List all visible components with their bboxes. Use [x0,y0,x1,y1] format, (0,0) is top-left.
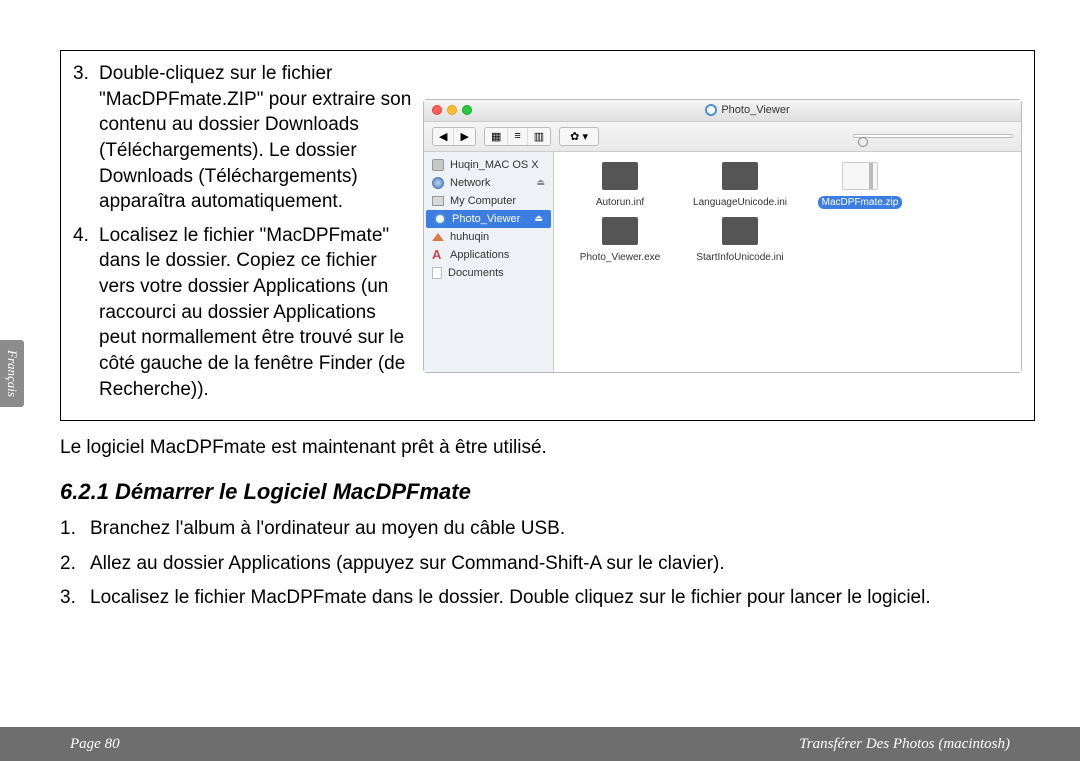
ready-text: Le logiciel MacDPFmate est maintenant pr… [60,437,1035,459]
sidebar-item[interactable]: Huqin_MAC OS X [424,156,553,174]
home-icon [432,233,444,241]
icon-view-icon[interactable]: ▦ [485,128,508,145]
sidebar-item[interactable]: A Applications [424,246,553,264]
instruction-box: Double-cliquez sur le fichier "MacDPFmat… [60,50,1035,421]
sidebar-item-label: Network [450,177,490,189]
file-label: Photo_Viewer.exe [576,251,664,264]
file-label: MacDPFmate.zip [818,196,903,209]
sidebar-item[interactable]: Documents [424,264,553,282]
finder-toolbar: ◀ ▶ ▦ ≡ ▥ ✿ ▾ [424,122,1021,152]
window-title-text: Photo_Viewer [721,104,789,116]
instruction-column: Double-cliquez sur le fichier "MacDPFmat… [73,61,413,410]
eject-icon[interactable]: ⏏ [534,213,543,224]
finder-content: Autorun.inf LanguageUnicode.ini MacDPFmate… [554,152,1021,372]
finder-body: Huqin_MAC OS X Network ⏏ My Computer Photo_V… [424,152,1021,372]
list-view-icon[interactable]: ≡ [508,128,527,145]
step-3: Double-cliquez sur le fichier "MacDPFmat… [73,61,413,215]
list-item: 2. Allez au dossier Applications (appuyez… [60,550,1035,579]
cd-icon [705,104,717,116]
file-item[interactable]: StartInfoUnicode.ini [680,217,800,264]
action-menu[interactable]: ✿ ▾ [559,127,599,146]
sidebar-item-label: Huqin_MAC OS X [450,159,539,171]
file-label: StartInfoUnicode.ini [692,251,787,264]
window-controls [432,105,472,115]
sidebar-item-label: My Computer [450,195,516,207]
footer-section: Transférer Des Photos (macintosh) [799,736,1010,753]
file-item[interactable]: Photo_Viewer.exe [560,217,680,264]
cd-icon [434,213,446,225]
search-input[interactable] [853,134,1013,138]
sidebar-item[interactable]: Network ⏏ [424,174,553,192]
close-icon[interactable] [432,105,442,115]
doc-icon [432,267,442,279]
list-number: 1. [60,515,76,544]
disk-icon [432,159,444,171]
start-steps-list: 1. Branchez l'album à l'ordinateur au moy… [60,515,1035,613]
minimize-icon[interactable] [447,105,457,115]
finder-sidebar: Huqin_MAC OS X Network ⏏ My Computer Photo_V… [424,152,554,372]
finder-window: Photo_Viewer ◀ ▶ ▦ ≡ ▥ ✿ ▾ [423,99,1022,373]
column-view-icon[interactable]: ▥ [528,128,550,145]
page-content: Double-cliquez sur le fichier "MacDPFmat… [60,50,1035,619]
list-text: Allez au dossier Applications (appuyez s… [90,553,725,574]
language-tab: Français [0,340,24,407]
step-4: Localisez le fichier "MacDPFmate" dans l… [73,223,413,402]
forward-icon[interactable]: ▶ [454,128,474,145]
file-icon [722,217,758,245]
file-icon [602,162,638,190]
section-heading: 6.2.1 Démarrer le Logiciel MacDPFmate [60,479,1035,505]
sidebar-item[interactable]: My Computer [424,192,553,210]
eject-icon[interactable]: ⏏ [536,177,545,188]
list-number: 2. [60,550,76,579]
screenshot-column: Photo_Viewer ◀ ▶ ▦ ≡ ▥ ✿ ▾ [413,61,1022,410]
file-icon [602,217,638,245]
file-item[interactable]: MacDPFmate.zip [800,162,920,209]
sidebar-item-label: huhuqin [450,231,489,243]
page-footer: Page 80 Transférer Des Photos (macintosh… [0,727,1080,761]
file-label: Autorun.inf [592,196,648,209]
list-text: Localisez le fichier MacDPFmate dans le … [90,587,931,608]
file-icon [842,162,878,190]
file-item[interactable]: Autorun.inf [560,162,680,209]
footer-page: Page 80 [70,736,120,753]
comp-icon [432,196,444,206]
file-item[interactable]: LanguageUnicode.ini [680,162,800,209]
list-number: 3. [60,584,76,613]
sidebar-item-label: Documents [448,267,504,279]
sidebar-item-label: Applications [450,249,509,261]
sidebar-item[interactable]: Photo_Viewer ⏏ [426,210,551,228]
list-item: 3. Localisez le fichier MacDPFmate dans l… [60,584,1035,613]
zoom-icon[interactable] [462,105,472,115]
finder-titlebar: Photo_Viewer [424,100,1021,122]
nav-buttons[interactable]: ◀ ▶ [432,127,476,146]
sidebar-item[interactable]: huhuqin [424,228,553,246]
back-icon[interactable]: ◀ [433,128,454,145]
file-label: LanguageUnicode.ini [689,196,791,209]
list-item: 1. Branchez l'album à l'ordinateur au moy… [60,515,1035,544]
view-buttons[interactable]: ▦ ≡ ▥ [484,127,551,146]
window-title: Photo_Viewer [482,104,1013,116]
file-icon [722,162,758,190]
app-icon: A [432,249,444,261]
globe-icon [432,177,444,189]
sidebar-item-label: Photo_Viewer [452,213,520,225]
list-text: Branchez l'album à l'ordinateur au moyen… [90,518,565,539]
